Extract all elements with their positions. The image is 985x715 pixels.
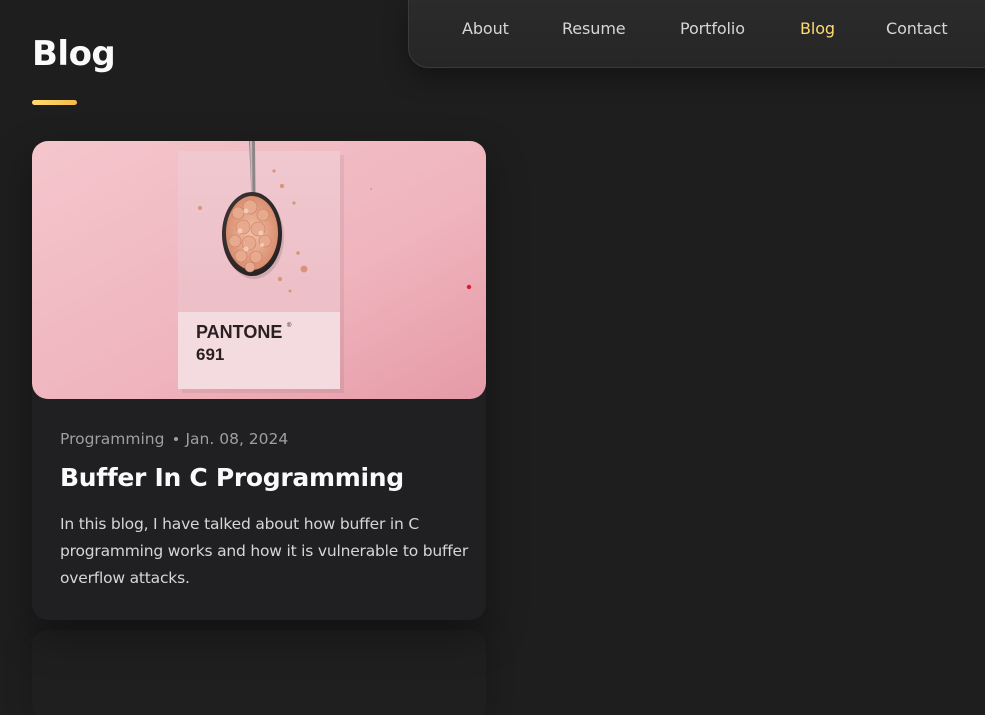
pantone-brand-text: PANTONE	[196, 322, 282, 342]
blog-post-card[interactable]: PANTONE ® 691 Programming Jan. 08, 2024 …	[32, 141, 486, 620]
nav-link-about[interactable]: About	[462, 19, 509, 38]
blog-post-meta: Programming Jan. 08, 2024	[60, 430, 288, 448]
svg-text:®: ®	[287, 322, 292, 329]
page: About Resume Portfolio Blog Contact Blog	[0, 0, 985, 715]
blog-post-category: Programming	[60, 430, 165, 448]
blog-post-date: Jan. 08, 2024	[185, 430, 289, 448]
nav-link-blog[interactable]: Blog	[800, 19, 835, 38]
nav-link-portfolio[interactable]: Portfolio	[680, 19, 745, 38]
meta-separator-dot	[174, 437, 179, 441]
next-card-placeholder	[32, 630, 486, 715]
blog-post-image[interactable]: PANTONE ® 691	[32, 141, 486, 399]
pantone-number-text: 691	[196, 345, 224, 364]
blog-post-excerpt: In this blog, I have talked about how bu…	[60, 515, 469, 587]
page-title: Blog	[32, 34, 116, 74]
title-underline	[32, 100, 77, 105]
pantone-spoon-image: PANTONE ® 691	[32, 141, 486, 399]
navbar: About Resume Portfolio Blog Contact	[408, 0, 985, 68]
nav-link-resume[interactable]: Resume	[562, 19, 626, 38]
nav-link-contact[interactable]: Contact	[886, 19, 948, 38]
blog-post-title[interactable]: Buffer In C Programming	[60, 463, 404, 492]
